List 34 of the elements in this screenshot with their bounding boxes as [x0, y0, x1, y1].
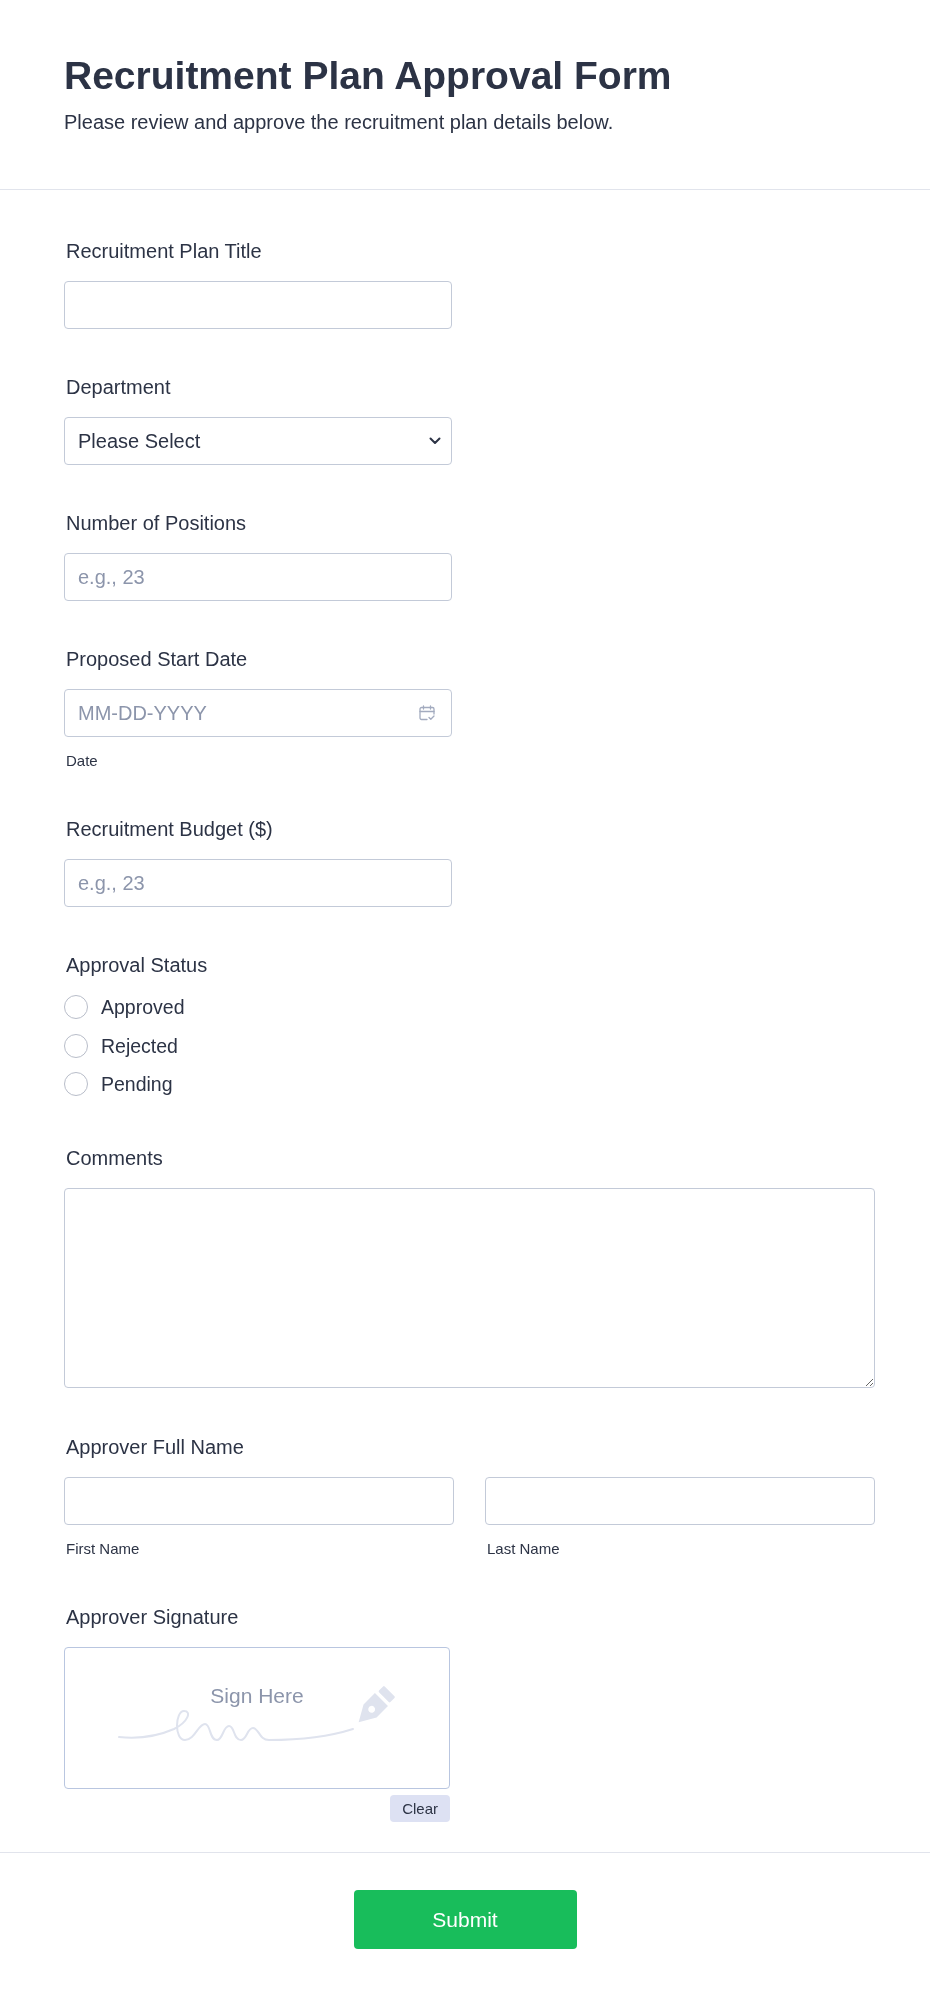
- chevron-down-icon: [429, 437, 441, 445]
- field-label: Approver Signature: [66, 1605, 239, 1629]
- field-label: Proposed Start Date: [66, 647, 248, 671]
- option-label: Pending: [101, 1072, 173, 1096]
- field-label: Recruitment Budget ($): [66, 817, 273, 841]
- form-title: Recruitment Plan Approval Form: [64, 53, 672, 99]
- option-label: Rejected: [101, 1033, 178, 1058]
- input-field[interactable]: [64, 1477, 454, 1525]
- field-label: Number of Positions: [66, 511, 247, 535]
- date-field[interactable]: MM-DD-YYYY: [64, 689, 452, 737]
- input-field[interactable]: [64, 281, 452, 329]
- field-label: Recruitment Plan Title: [66, 239, 262, 263]
- radio-button[interactable]: [64, 1072, 88, 1096]
- option-label: Approved: [101, 995, 185, 1019]
- scribble-icon: [118, 1709, 354, 1743]
- comments-field[interactable]: [64, 1188, 875, 1388]
- sublabel: First Name: [66, 1539, 140, 1559]
- signature-prompt: Sign Here: [210, 1684, 304, 1708]
- radio-button[interactable]: [64, 995, 88, 1019]
- clear-button[interactable]: Clear: [390, 1795, 450, 1822]
- input-field[interactable]: e.g., 23: [64, 553, 452, 601]
- dropdown-field[interactable]: Please Select: [64, 417, 452, 465]
- field-label: Comments: [66, 1146, 163, 1170]
- sublabel: Last Name: [487, 1539, 560, 1559]
- calendar-icon: [419, 705, 435, 721]
- radio-button[interactable]: [64, 1033, 88, 1058]
- pen-nib-icon: [358, 1685, 396, 1723]
- field-label: Approver Full Name: [66, 1435, 244, 1459]
- input-field[interactable]: [485, 1477, 875, 1525]
- form-subtitle: Please review and approve the recruitment plan details below.: [64, 110, 614, 134]
- field-label: Approval Status: [66, 953, 208, 977]
- sublabel: Date: [66, 751, 98, 771]
- field-label: Department: [66, 375, 171, 399]
- input-field[interactable]: e.g., 23: [64, 859, 452, 907]
